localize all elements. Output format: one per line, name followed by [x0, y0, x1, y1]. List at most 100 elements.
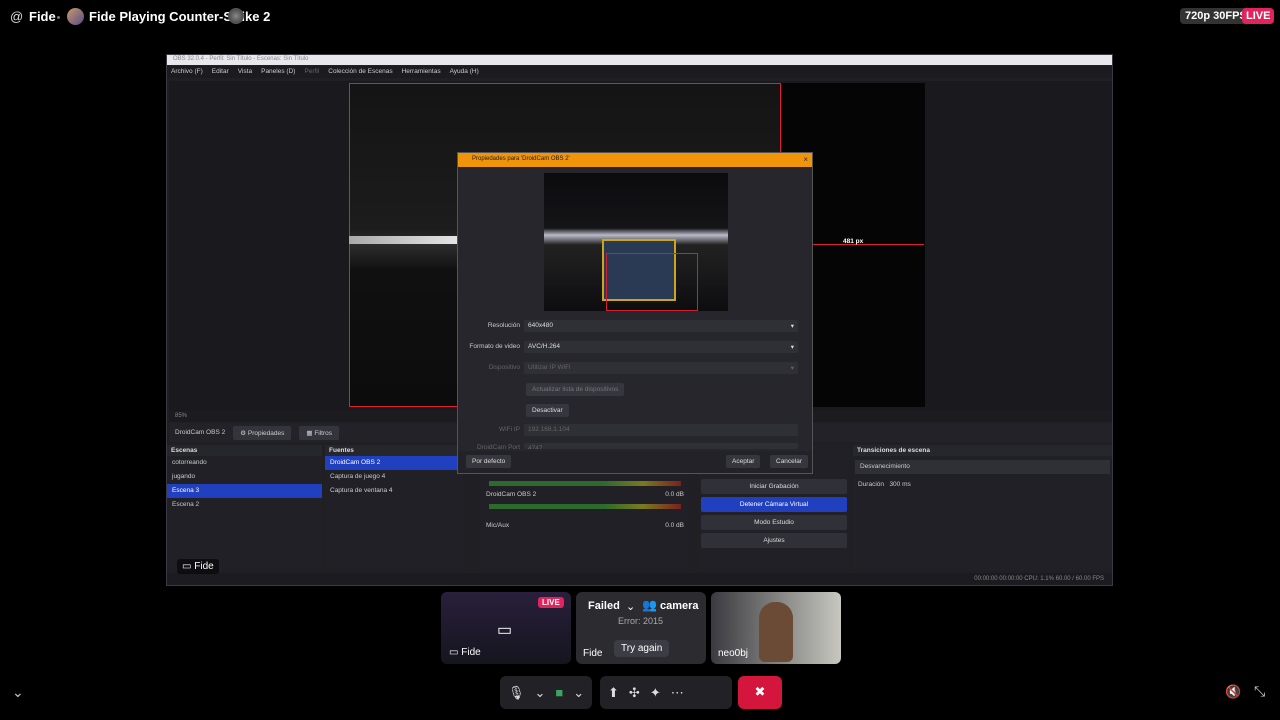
scene-item[interactable]: jugando: [167, 470, 322, 484]
duration-row: Duración 300 ms: [853, 478, 1112, 492]
menu-archivo[interactable]: Archivo (F): [171, 68, 203, 76]
cancel-button[interactable]: Cancelar: [770, 455, 809, 468]
try-again-button[interactable]: Try again: [614, 640, 670, 657]
port-label: DroidCam Port: [477, 444, 520, 451]
zoom-level[interactable]: 85%: [175, 413, 187, 419]
menu-ayuda[interactable]: Ayuda (H): [450, 68, 479, 76]
format-label: Formato de video: [469, 343, 520, 350]
participant-tile-neo0bj[interactable]: neo0bj: [711, 592, 841, 664]
screen-share-name: Fide: [194, 561, 214, 572]
more-icon[interactable]: ⋯: [671, 685, 684, 701]
resolution-value: 640x480: [528, 322, 553, 329]
activities-icon[interactable]: ✣: [629, 685, 640, 701]
chevron-down-icon: ▾: [790, 365, 794, 372]
defaults-button[interactable]: Por defecto: [466, 455, 512, 468]
screen-share-name-tag: ▭ Fide: [177, 559, 219, 574]
transition-select[interactable]: Desvanecimiento: [855, 460, 1110, 474]
sources-dock: Fuentes DroidCam OBS 2 Captura de juego …: [325, 445, 463, 571]
microphone-icon[interactable]: 🎙: [508, 685, 525, 701]
studio-mode-button[interactable]: Modo Estudio: [701, 515, 847, 530]
mixer-item-db: 0.0 dB: [665, 491, 684, 498]
chevron-down-icon[interactable]: ⌄: [12, 684, 24, 701]
source-name: DroidCam OBS 2: [175, 429, 226, 436]
obs-title-bar: OBS 32.0.4 - Perfil: Sin Título - Escena…: [167, 55, 1112, 65]
camera-error-title-b: camera: [660, 600, 699, 612]
refresh-devices-button[interactable]: Actualizar lista de dispositivos: [526, 383, 625, 396]
dialog-preview: [544, 173, 728, 311]
device-select[interactable]: Utilizar IP WiFi ▾: [524, 362, 798, 374]
game-icon: [228, 8, 244, 24]
menu-coleccion[interactable]: Colección de Escenas: [328, 68, 392, 76]
obs-menu-bar: Archivo (F) Editar Vista Paneles (D) Per…: [167, 66, 1112, 78]
soundboard-icon[interactable]: ✦: [650, 685, 661, 701]
menu-paneles[interactable]: Paneles (D): [261, 68, 295, 76]
stream-quality-badge: 720p 30FPS: [1180, 8, 1252, 24]
tile-name: neo0bj: [718, 648, 749, 659]
user-avatar[interactable]: [67, 8, 84, 25]
properties-button[interactable]: ⚙ Propiedades: [233, 425, 292, 440]
wifi-ip-input[interactable]: 192.168.1.104: [524, 424, 798, 436]
source-item[interactable]: Captura de juego 4: [325, 470, 463, 484]
camera-error-title-a: Failed: [588, 600, 620, 612]
chevron-down-icon[interactable]: ⌄: [535, 685, 546, 701]
menu-editar[interactable]: Editar: [212, 68, 229, 76]
menu-vista[interactable]: Vista: [238, 68, 252, 76]
settings-button[interactable]: Ajustes: [701, 533, 847, 548]
stop-virtual-camera-button[interactable]: Detener Cámara Virtual: [701, 497, 847, 512]
chevron-down-icon[interactable]: ⌄: [573, 685, 584, 701]
participant-video: [759, 602, 793, 662]
sources-header: Fuentes: [325, 445, 463, 456]
tile-name: ▭ Fide: [449, 647, 481, 658]
filters-button[interactable]: ▦ Filtros: [299, 425, 340, 440]
properties-dialog: Propiedades para 'DroidCam OBS 2' × Reso…: [457, 152, 813, 474]
mixer-item: DroidCam OBS 2 0.0 dB: [481, 488, 689, 502]
source-item[interactable]: Captura de ventana 4: [325, 484, 463, 498]
wifi-label: WiFi IP: [499, 426, 520, 433]
chevron-down-icon[interactable]: ⌄: [626, 600, 635, 613]
live-badge: LIVE: [1242, 8, 1275, 24]
menu-perfil[interactable]: Perfil: [304, 68, 319, 76]
mixer-item-name: DroidCam OBS 2: [486, 491, 537, 498]
duration-label: Duración: [858, 481, 885, 488]
scene-item[interactable]: Escena 2: [167, 498, 322, 512]
duration-input[interactable]: 300 ms: [889, 481, 910, 488]
disconnect-button[interactable]: ✖: [738, 676, 782, 709]
deactivate-button[interactable]: Desactivar: [526, 404, 569, 417]
mixer-item-db: 0.0 dB: [665, 522, 684, 529]
activity-controls: ⬆ ✣ ✦ ⋯: [600, 676, 732, 709]
device-value: Utilizar IP WiFi: [528, 364, 571, 371]
scene-item-selected[interactable]: Escena 3: [167, 484, 322, 498]
scenes-header: Escenas: [167, 445, 322, 456]
fullscreen-icon[interactable]: ⤡: [1254, 683, 1265, 700]
channel-name[interactable]: Fide: [29, 9, 56, 24]
chevron-down-icon: ▾: [790, 323, 794, 330]
mixer-item: Mic/Aux 0.0 dB: [481, 519, 689, 533]
resolution-select[interactable]: 640x480 ▾: [524, 320, 798, 332]
at-icon: @: [10, 9, 24, 24]
port-input[interactable]: 4747: [524, 443, 798, 449]
start-recording-button[interactable]: Iniciar Grabación: [701, 479, 847, 494]
audio-meter: [489, 481, 681, 486]
dialog-title: Propiedades para 'DroidCam OBS 2': [458, 153, 812, 167]
separator-dot: [57, 16, 60, 19]
audio-meter: [489, 504, 681, 509]
camera-icon[interactable]: ■: [555, 685, 563, 700]
screen-share-icon: ▭: [497, 622, 513, 639]
format-value: AVC/H.264: [528, 343, 561, 350]
format-select[interactable]: AVC/H.264 ▾: [524, 341, 798, 353]
tile-name-text: Fide: [461, 647, 481, 658]
mute-speaker-icon[interactable]: 🔇: [1225, 684, 1241, 700]
participant-tile-fide-camera[interactable]: Failed ⌄ 👥 camera Error: 2015 Try again …: [576, 592, 706, 664]
scenes-dock: Escenas cotorreando jugando Escena 3 Esc…: [167, 445, 322, 571]
menu-herramientas[interactable]: Herramientas: [402, 68, 441, 76]
screen-share-icon[interactable]: ⬆: [608, 685, 619, 701]
participant-tile-fide-stream[interactable]: LIVE ▭ ▭ Fide: [441, 592, 571, 664]
source-item-selected[interactable]: DroidCam OBS 2: [325, 456, 463, 470]
tile-name: Fide: [583, 648, 603, 659]
close-icon[interactable]: ×: [803, 155, 808, 164]
mixer-item-name: Mic/Aux: [486, 522, 510, 529]
chevron-down-icon: ▾: [790, 344, 794, 351]
accept-button[interactable]: Aceptar: [726, 455, 761, 468]
scene-item[interactable]: cotorreando: [167, 456, 322, 470]
audio-video-controls: 🎙 ⌄ ■ ⌄: [500, 676, 592, 709]
